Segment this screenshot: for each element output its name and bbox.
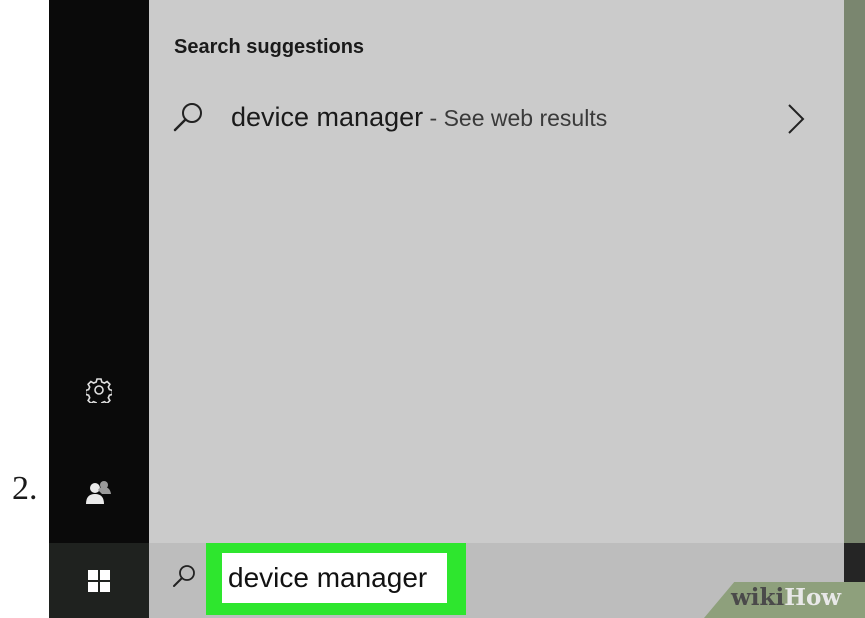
background-edge bbox=[844, 0, 865, 543]
start-left-rail bbox=[49, 0, 149, 543]
search-results-panel: Search suggestions device manager - See … bbox=[149, 0, 844, 543]
suggestion-item-device-manager[interactable]: device manager - See web results bbox=[149, 88, 844, 150]
suggestion-query: device manager bbox=[231, 102, 424, 132]
suggestion-suffix: - See web results bbox=[423, 105, 608, 131]
user-accounts-icon[interactable] bbox=[81, 474, 117, 510]
windows-start-search-screen: Search suggestions device manager - See … bbox=[49, 0, 865, 618]
section-header-search-suggestions: Search suggestions bbox=[174, 36, 365, 58]
search-input-highlight: device manager bbox=[206, 543, 466, 615]
wikihow-watermark: wikiHow bbox=[731, 584, 842, 611]
search-icon bbox=[171, 100, 205, 139]
step-number: 2. bbox=[12, 470, 38, 507]
search-icon bbox=[171, 563, 197, 594]
search-input[interactable]: device manager bbox=[222, 553, 447, 603]
windows-logo-icon bbox=[88, 569, 110, 592]
chevron-right-icon[interactable] bbox=[786, 102, 806, 141]
suggestion-label: device manager - See web results bbox=[231, 102, 607, 133]
gear-icon[interactable] bbox=[81, 372, 117, 408]
windows-start-button[interactable] bbox=[49, 543, 149, 618]
search-input-value: device manager bbox=[228, 562, 428, 593]
